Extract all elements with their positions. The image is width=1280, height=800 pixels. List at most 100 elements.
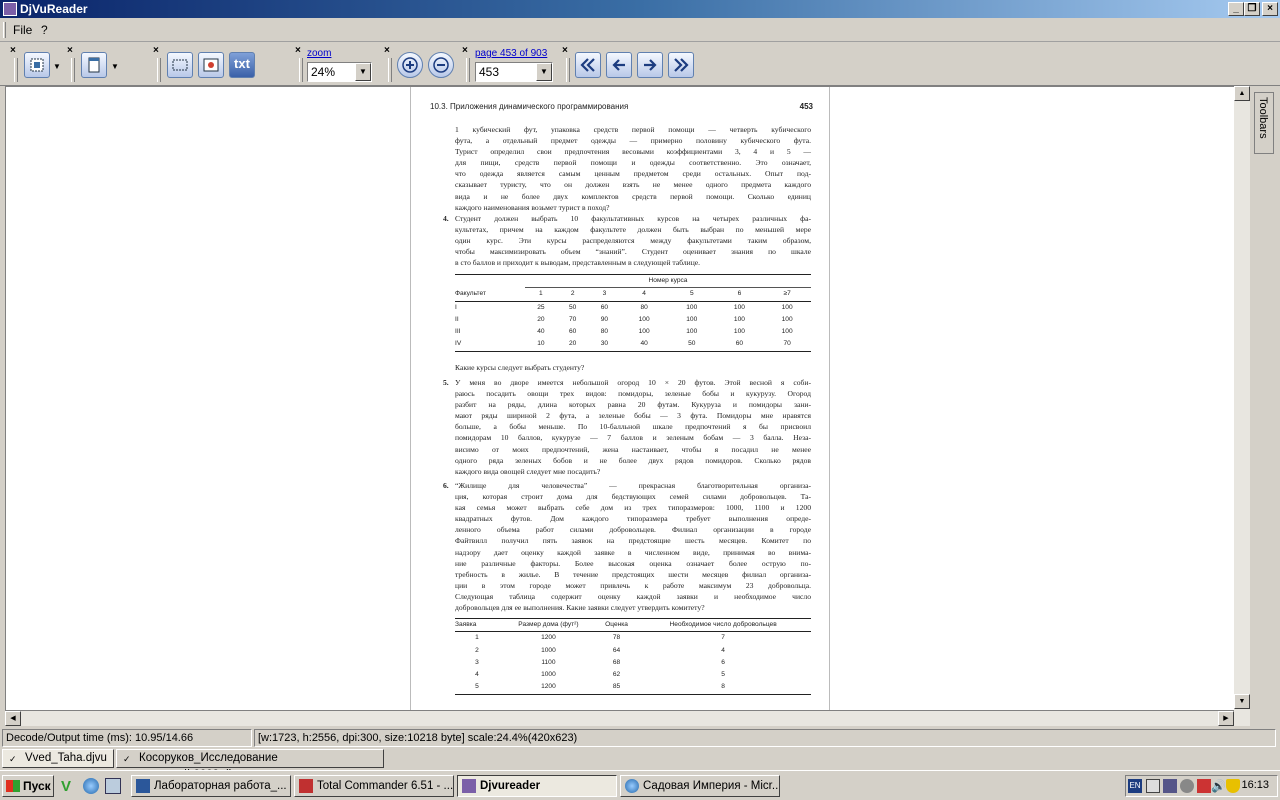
layout-button[interactable] xyxy=(24,52,50,78)
table-cell: 20 xyxy=(537,315,545,323)
chevron-down-icon[interactable]: ▼ xyxy=(53,62,61,71)
page-header: 10.3. Приложения динамического программи… xyxy=(430,101,813,112)
group-grip xyxy=(566,58,570,82)
toolbar: × ▼ × ▼ × txt × zoom 24% ▼ × × page 453 … xyxy=(0,44,1280,86)
text-line: больше, а бобы меньше. По 10-балльной шк… xyxy=(455,422,811,432)
volume-icon[interactable]: 🔊 xyxy=(1211,779,1226,793)
text-line: раюсь посадить овощи трех видов: помидор… xyxy=(455,389,811,399)
scroll-up-icon[interactable]: ▲ xyxy=(1234,86,1250,101)
table-cell: 5 xyxy=(721,671,725,679)
text-line: сказывает туристу, что он должен взять н… xyxy=(455,180,811,190)
display-icon[interactable] xyxy=(1163,779,1177,793)
menu-file[interactable]: File xyxy=(13,23,32,37)
first-page-button[interactable] xyxy=(575,52,601,78)
close-group-icon[interactable]: × xyxy=(462,46,468,56)
doc-tab-1[interactable]: ✓ Vved_Taha.djvu xyxy=(2,749,114,768)
text-line: 1 кубический фут, упаковка средств перво… xyxy=(455,125,811,134)
text-line: висимо от моих предпочтений, жена настаи… xyxy=(455,444,811,454)
close-group-icon[interactable]: × xyxy=(67,46,73,56)
quicklaunch-v-icon[interactable]: V xyxy=(61,778,77,795)
ie-icon[interactable] xyxy=(83,778,99,794)
minimize-button[interactable]: _ xyxy=(1228,2,1244,16)
close-group-icon[interactable]: × xyxy=(153,46,159,56)
toolbars-tab[interactable]: Toolbars xyxy=(1254,92,1274,154)
antivirus-icon[interactable] xyxy=(1197,779,1211,793)
document-page[interactable]: 10.3. Приложения динамического программи… xyxy=(410,87,830,710)
task-total-commander[interactable]: Total Commander 6.51 - ... xyxy=(294,775,454,797)
close-group-icon[interactable]: × xyxy=(10,46,16,56)
chevron-down-icon[interactable]: ▼ xyxy=(111,62,119,71)
chevron-down-icon[interactable]: ▼ xyxy=(355,63,371,81)
word-icon xyxy=(136,779,150,793)
table-row: II 20 70 90 100 100 100 100 xyxy=(455,314,811,326)
checkmark-icon: ✓ xyxy=(123,754,131,764)
table-cell: 80 xyxy=(640,303,648,311)
prev-page-button[interactable] xyxy=(606,52,632,78)
start-label: Пуск xyxy=(23,779,51,793)
select-rect-button[interactable] xyxy=(167,52,193,78)
zoom-combo[interactable]: 24% ▼ xyxy=(307,62,372,82)
table-cell: III xyxy=(455,328,461,336)
menu-grip[interactable] xyxy=(3,22,6,38)
table-cell: 10 xyxy=(537,340,545,348)
close-button[interactable]: × xyxy=(1262,2,1278,16)
table-cell: 90 xyxy=(600,315,609,323)
chevron-down-icon[interactable]: ▼ xyxy=(536,63,552,81)
table-cell: 100 xyxy=(781,303,793,311)
task-djvureader[interactable]: Djvureader xyxy=(457,775,617,797)
table-cell: 64 xyxy=(612,646,621,654)
zoom-in-button[interactable] xyxy=(397,52,423,78)
table-cell: IV xyxy=(455,340,462,348)
table-cell: 60 xyxy=(600,303,609,311)
table-header: Необходимое число добровольцев xyxy=(669,621,777,628)
table-cell: 62 xyxy=(612,671,621,679)
maximize-button[interactable]: ❐ xyxy=(1244,2,1260,16)
table-cell: 4 xyxy=(721,646,725,654)
app-icon[interactable] xyxy=(3,2,17,16)
table-row: 3 1100 68 6 xyxy=(455,657,811,669)
outlook-icon[interactable] xyxy=(105,778,121,794)
last-page-button[interactable] xyxy=(668,52,694,78)
menu-help[interactable]: ? xyxy=(41,23,48,37)
image-button[interactable] xyxy=(198,52,224,78)
zoom-out-button[interactable] xyxy=(428,52,454,78)
table-cell: 6 xyxy=(721,658,725,666)
next-page-button[interactable] xyxy=(637,52,663,78)
doc-tab-2[interactable]: ✓Косоруков_Исследование операций.2003.dj… xyxy=(116,749,384,781)
scroll-left-icon[interactable]: ◀ xyxy=(5,711,21,726)
network-icon[interactable] xyxy=(1146,779,1160,793)
text-line: ция, которая строит дома для бедствующих… xyxy=(455,492,811,502)
problem-5: 5. У меня во дворе имеется небольшой огор… xyxy=(443,377,811,477)
scroll-right-icon[interactable]: ▶ xyxy=(1218,711,1234,726)
document-viewer[interactable]: 10.3. Приложения динамического программи… xyxy=(5,86,1249,711)
close-group-icon[interactable]: × xyxy=(295,46,301,56)
text-line: Турист определил свои предпочтения весов… xyxy=(455,147,811,157)
table-cell: 100 xyxy=(781,328,793,336)
horizontal-scrollbar[interactable]: ◀ ▶ xyxy=(5,711,1250,726)
table-cell: 100 xyxy=(781,315,793,323)
vertical-scrollbar[interactable]: ▲ ▼ xyxy=(1234,86,1250,711)
text-line: кая семья может выбрать себе дом из трех… xyxy=(455,503,811,513)
page-combo[interactable]: 453 ▼ xyxy=(475,62,553,82)
header-title: 10.3. Приложения динамического программи… xyxy=(430,102,629,111)
text-mode-button[interactable]: txt xyxy=(229,52,255,78)
arrow-right-icon xyxy=(644,59,657,71)
problem-number: 6. xyxy=(443,481,449,490)
text-line: ленного объема работ силами добровольцев… xyxy=(455,525,811,535)
table-cell: 25 xyxy=(537,303,545,311)
page-mode-button[interactable] xyxy=(81,52,107,78)
close-group-icon[interactable]: × xyxy=(562,46,568,56)
settings-icon[interactable] xyxy=(1180,779,1194,793)
table-cell: 2 xyxy=(475,646,479,654)
table-cell: 30 xyxy=(600,340,609,348)
language-indicator[interactable]: EN xyxy=(1128,779,1142,793)
scroll-down-icon[interactable]: ▼ xyxy=(1234,694,1250,709)
table-header: ≥7 xyxy=(783,290,791,298)
task-garden-empire[interactable]: Садовая Империя - Micr... xyxy=(620,775,780,797)
close-group-icon[interactable]: × xyxy=(384,46,390,56)
task-lab-work[interactable]: Лабораторная работа_... xyxy=(131,775,291,797)
start-button[interactable]: Пуск xyxy=(2,775,54,797)
problem-number: 5. xyxy=(443,378,449,387)
shield-icon[interactable] xyxy=(1226,779,1240,793)
text-line: разбит на ряды, длина которых равна 20 ф… xyxy=(455,400,811,410)
